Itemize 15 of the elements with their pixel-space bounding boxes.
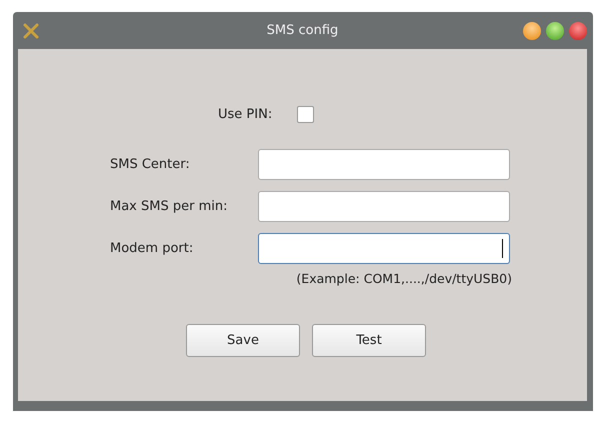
hint-text: (Example: COM1,....,/dev/ttyUSB0) [295, 271, 512, 286]
save-button[interactable]: Save [186, 324, 300, 357]
field-label: SMS Center: [110, 157, 191, 172]
maximize-button[interactable] [546, 22, 564, 40]
input-field[interactable] [258, 149, 510, 180]
input-field[interactable] [258, 233, 510, 264]
window-title: SMS config [266, 23, 340, 38]
close-button[interactable] [569, 22, 587, 40]
minimize-button[interactable] [523, 22, 541, 40]
field-label: Modem port: [110, 241, 194, 256]
use-pin-checkbox[interactable] [297, 106, 314, 123]
use-pin-label: Use PIN: [218, 107, 272, 122]
test-button[interactable]: Test [312, 324, 426, 357]
field-label: Max SMS per min: [110, 199, 228, 214]
input-field[interactable] [258, 191, 510, 222]
